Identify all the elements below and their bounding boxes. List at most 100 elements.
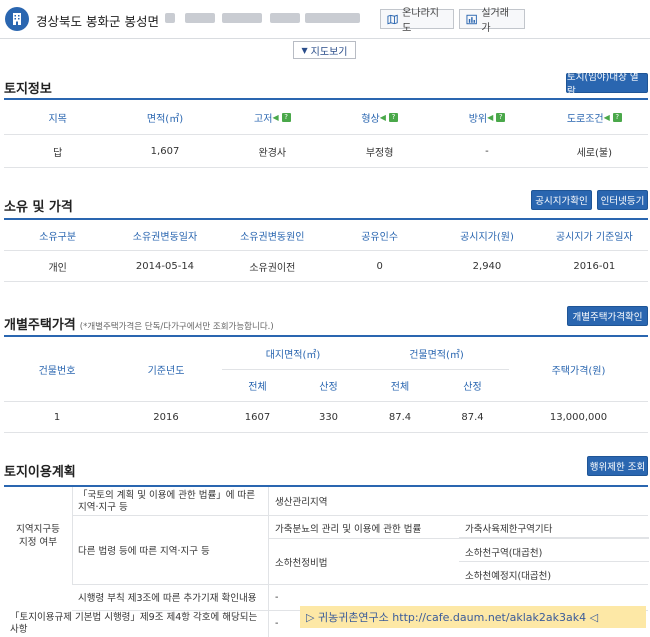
land-use-row-2: 다른 법령 등에 따른 지역·지구 등 가축분뇨의 관리 및 이용에 관한 법률…	[72, 515, 649, 585]
header-label: 면적(㎡)	[146, 113, 184, 125]
sub-header-bldg-calc: 산정	[463, 382, 482, 393]
masked-address	[270, 13, 300, 23]
cell-road: 세로(불)	[576, 147, 612, 159]
header-label: 지목	[48, 113, 67, 125]
row2-label: 다른 법령 등에 따른 지역·지구 등	[78, 545, 210, 557]
cell-direction: -	[485, 145, 489, 157]
table-row: 1 2016 1607 330 87.4 87.4 13,000,000	[4, 402, 648, 433]
triangle-down-icon: ▼	[301, 45, 308, 55]
building-icon	[5, 7, 29, 31]
house-price-check-button[interactable]: 개별주택가격확인	[567, 306, 648, 326]
masked-address	[305, 13, 360, 23]
online-map-label: 온나라지도	[402, 8, 439, 34]
house-price-title-text: 개별주택가격	[4, 318, 76, 333]
arrow-icon: ◀	[603, 112, 610, 122]
table-header-row: 소유구분 소유권변동일자 소유권변동원인 공유인수 공시지가(원) 공시지가 기…	[4, 220, 648, 251]
map-icon	[387, 14, 398, 24]
divider	[459, 561, 649, 562]
house-price-title: 개별주택가격 (*개별주택가격은 단독/다가구에서만 조회가능합니다.)	[4, 314, 274, 333]
ownership-title: 소유 및 가격	[4, 200, 73, 215]
header-cell: 소유권변동원인	[240, 231, 305, 243]
divider	[269, 538, 649, 539]
arrow-icon: ◀	[487, 112, 494, 122]
cell-jimok: 답	[53, 147, 63, 159]
map-toggle-button[interactable]: ▼ 지도보기	[293, 41, 356, 59]
row1-value: 생산관리지역	[268, 487, 649, 515]
cell-area: 1,607	[150, 145, 180, 157]
help-icon[interactable]: ?	[281, 112, 291, 122]
table-row: 답 1,607 완경사 부정형 - 세로(불)	[4, 135, 648, 168]
table-cell: 개인	[48, 262, 67, 274]
cell-bldg-calc: 87.4	[461, 411, 484, 423]
col-height: 고저 ◀?	[219, 100, 326, 134]
row2-zone-3: 소하천예정지(대곱천)	[465, 571, 552, 582]
row3-label: 시행령 부칙 제3조에 따른 추가기재 확인내용	[78, 593, 257, 604]
top-bar: 경상북도 봉화군 봉성면 온나라지도 실거래가	[0, 0, 650, 40]
header-base-year: 기준년도	[147, 365, 185, 377]
arrow-icon: ◀	[272, 112, 279, 122]
help-icon[interactable]: ?	[496, 112, 506, 122]
masked-address	[165, 13, 175, 23]
divider	[0, 38, 650, 39]
header-house-price: 주택가격(원)	[551, 365, 606, 377]
help-icon[interactable]: ?	[388, 112, 398, 122]
cell-height: 완경사	[258, 147, 287, 159]
chart-icon	[466, 14, 477, 24]
header-building-no: 건물번호	[38, 365, 76, 377]
ownership-table: 소유구분 소유권변동일자 소유권변동원인 공유인수 공시지가(원) 공시지가 기…	[4, 218, 648, 282]
table-cell: 0	[376, 260, 383, 272]
cell-house-price: 13,000,000	[549, 411, 608, 423]
header-label: 고저	[254, 113, 273, 125]
masked-address	[222, 13, 262, 23]
real-trade-label: 실거래가	[481, 8, 509, 34]
col-road: 도로조건 ◀?	[541, 100, 648, 134]
land-use-row-1: 「국토의 계획 및 이용에 관한 법률」에 따른 지역·지구 등 생산관리지역	[72, 487, 648, 516]
arrow-icon: ◀	[379, 112, 386, 122]
sub-header-land-calc: 산정	[319, 382, 338, 393]
land-info-title: 토지정보	[4, 82, 52, 97]
cell-bldg-total: 87.4	[388, 411, 412, 423]
cell-land-calc: 330	[318, 411, 339, 423]
row3-value: -	[268, 584, 278, 610]
ledger-view-button[interactable]: 토지(임야)대장 열람	[566, 72, 648, 97]
header-building-area: 건물면적(㎡)	[364, 337, 509, 370]
restriction-check-button[interactable]: 행위제한 조회	[587, 456, 648, 476]
cell-base-year: 2016	[153, 411, 179, 423]
house-price-table: 건물번호 기준년도 대지면적(㎡) 건물면적(㎡) 주택가격(원) 전체 산정 …	[4, 335, 648, 433]
cell-building-no: 1	[53, 411, 61, 423]
header-label: 형상	[361, 113, 380, 125]
table-cell: 2016-01	[573, 260, 616, 272]
table-header-row: 지목 면적(㎡) 고저 ◀? 형상 ◀? 방위 ◀? 도로조건 ◀?	[4, 100, 648, 135]
col-shape: 형상 ◀?	[326, 100, 433, 134]
house-price-note: (*개별주택가격은 단독/다가구에서만 조회가능합니다.)	[79, 322, 274, 332]
header-cell: 공시지가(원)	[460, 231, 514, 243]
real-trade-button[interactable]: 실거래가	[459, 8, 525, 34]
row2-law-2: 소하천정비법	[275, 558, 328, 569]
map-toggle-label: 지도보기	[310, 46, 348, 58]
header-cell: 소유권변동일자	[132, 231, 198, 243]
internet-register-button[interactable]: 인터넷등기	[597, 190, 648, 210]
masked-address	[185, 13, 215, 23]
row4-label: 「토지이용규제 기본법 시행령」제9조 제4항 각호에 해당되는 사항	[10, 612, 258, 635]
header-land-area: 대지면적(㎡)	[222, 337, 364, 370]
header-cell: 공시지가 기준일자	[555, 231, 633, 243]
official-price-button[interactable]: 공시지가확인	[531, 190, 592, 210]
table-row: 개인 2014-05-14 소유권이전 0 2,940 2016-01	[4, 251, 648, 282]
row2-zone-2: 소하천구역(대곱천)	[465, 548, 543, 559]
header-label: 방위	[468, 113, 488, 125]
online-map-button[interactable]: 온나라지도	[380, 8, 454, 34]
designation-label-1: 지역지구등	[16, 523, 60, 535]
col-direction: 방위 ◀?	[433, 100, 540, 134]
row2-zone-1: 가축사육제한구역기타	[465, 524, 553, 535]
row2-law-1: 가축분뇨의 관리 및 이용에 관한 법률	[275, 524, 422, 535]
header-cell: 소유구분	[39, 231, 77, 243]
help-icon[interactable]: ?	[612, 112, 622, 122]
address-text: 경상북도 봉화군 봉성면	[36, 14, 159, 29]
cell-shape: 부정형	[365, 147, 394, 159]
table-cell: 2,940	[472, 260, 502, 272]
table-cell: 2014-05-14	[135, 260, 195, 272]
row1-label: 「국토의 계획 및 이용에 관한 법률」에 따른 지역·지구 등	[78, 490, 255, 513]
land-use-title: 토지이용계획	[4, 465, 76, 480]
watermark-banner: ▷ 귀농귀촌연구소 http://cafe.daum.net/aklak2ak3…	[300, 606, 646, 628]
land-info-table: 지목 면적(㎡) 고저 ◀? 형상 ◀? 방위 ◀? 도로조건 ◀? 답 1,607 완…	[4, 98, 648, 168]
